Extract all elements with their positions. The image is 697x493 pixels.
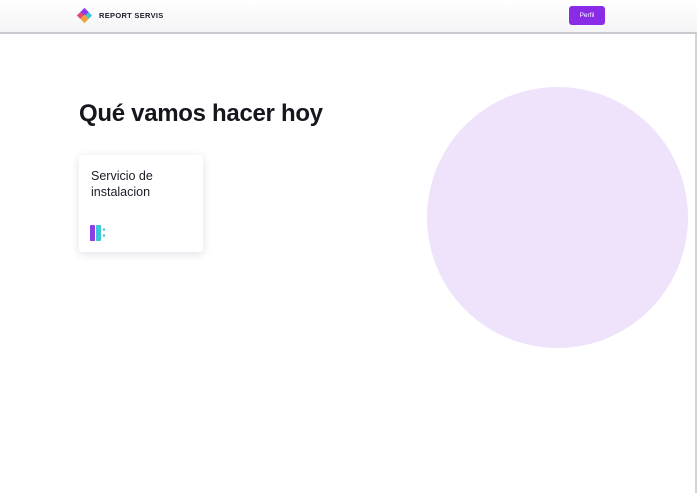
service-card-title: Servicio de instalacion [91, 169, 153, 199]
app-page: REPORT SERVIS Perfil Qué vamos hacer hoy… [0, 0, 697, 493]
top-navigation-bar: REPORT SERVIS Perfil [0, 0, 697, 34]
installation-service-icon [90, 225, 106, 241]
page-title: Qué vamos hacer hoy [79, 100, 323, 127]
decorative-circle [427, 87, 688, 348]
report-servis-logo-icon [76, 7, 93, 24]
profile-button[interactable]: Perfil [569, 6, 605, 25]
brand-name: REPORT SERVIS [99, 11, 164, 20]
installation-service-card[interactable]: Servicio de instalacion [79, 155, 203, 252]
brand[interactable]: REPORT SERVIS [76, 7, 164, 24]
